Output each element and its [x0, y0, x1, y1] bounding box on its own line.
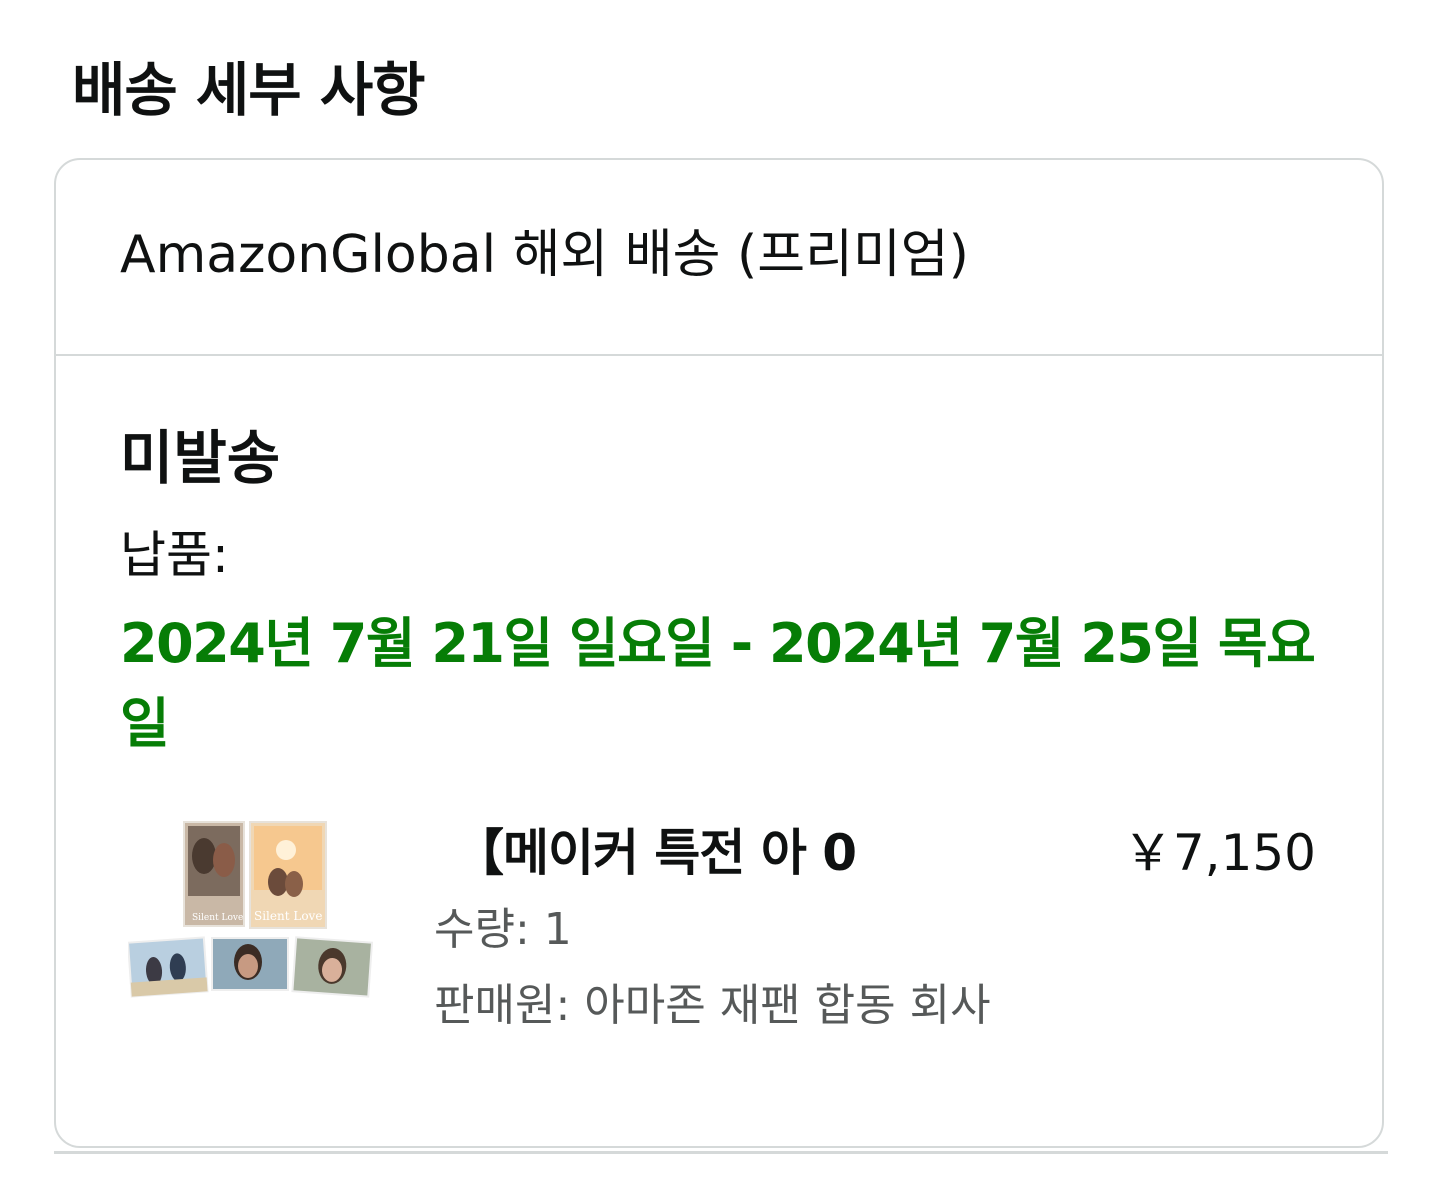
product-price: ￥7,150 [1122, 824, 1316, 882]
product-image[interactable]: Silent Love Silent Love [126, 820, 374, 1005]
quantity-row: 수량: 1 [434, 900, 572, 960]
seller-label: 판매원: [434, 980, 571, 1031]
page: 배송 세부 사항 AmazonGlobal 해외 배송 (프리미엄) 미발송 납… [0, 0, 1439, 1186]
section-title: 배송 세부 사항 [72, 56, 426, 124]
product-image-caption-right: Silent Love [254, 909, 322, 923]
product-title-link[interactable]: 【메이커 특전 아 0 [454, 818, 857, 888]
shipment-card-header: AmazonGlobal 해외 배송 (프리미엄) [56, 160, 1382, 356]
delivery-date-range: 2024년 7월 21일 일요일 - 2024년 7월 25일 목요일 [120, 612, 1316, 755]
quantity-label: 수량: [434, 904, 530, 955]
seller-row: 판매원: 아마존 재팬 합동 회사 [434, 976, 991, 1036]
divider [54, 1151, 1388, 1154]
seller-name: 아마존 재팬 합동 회사 [584, 980, 991, 1031]
product-image-caption-left: Silent Love [192, 913, 243, 923]
quantity-value: 1 [543, 904, 572, 955]
shipping-method: AmazonGlobal 해외 배송 (프리미엄) [120, 225, 969, 285]
delivery-label: 납품: [120, 526, 229, 584]
shipment-status: 미발송 [120, 424, 281, 492]
shipment-card: AmazonGlobal 해외 배송 (프리미엄) 미발송 납품: 2024년 … [54, 158, 1384, 1148]
